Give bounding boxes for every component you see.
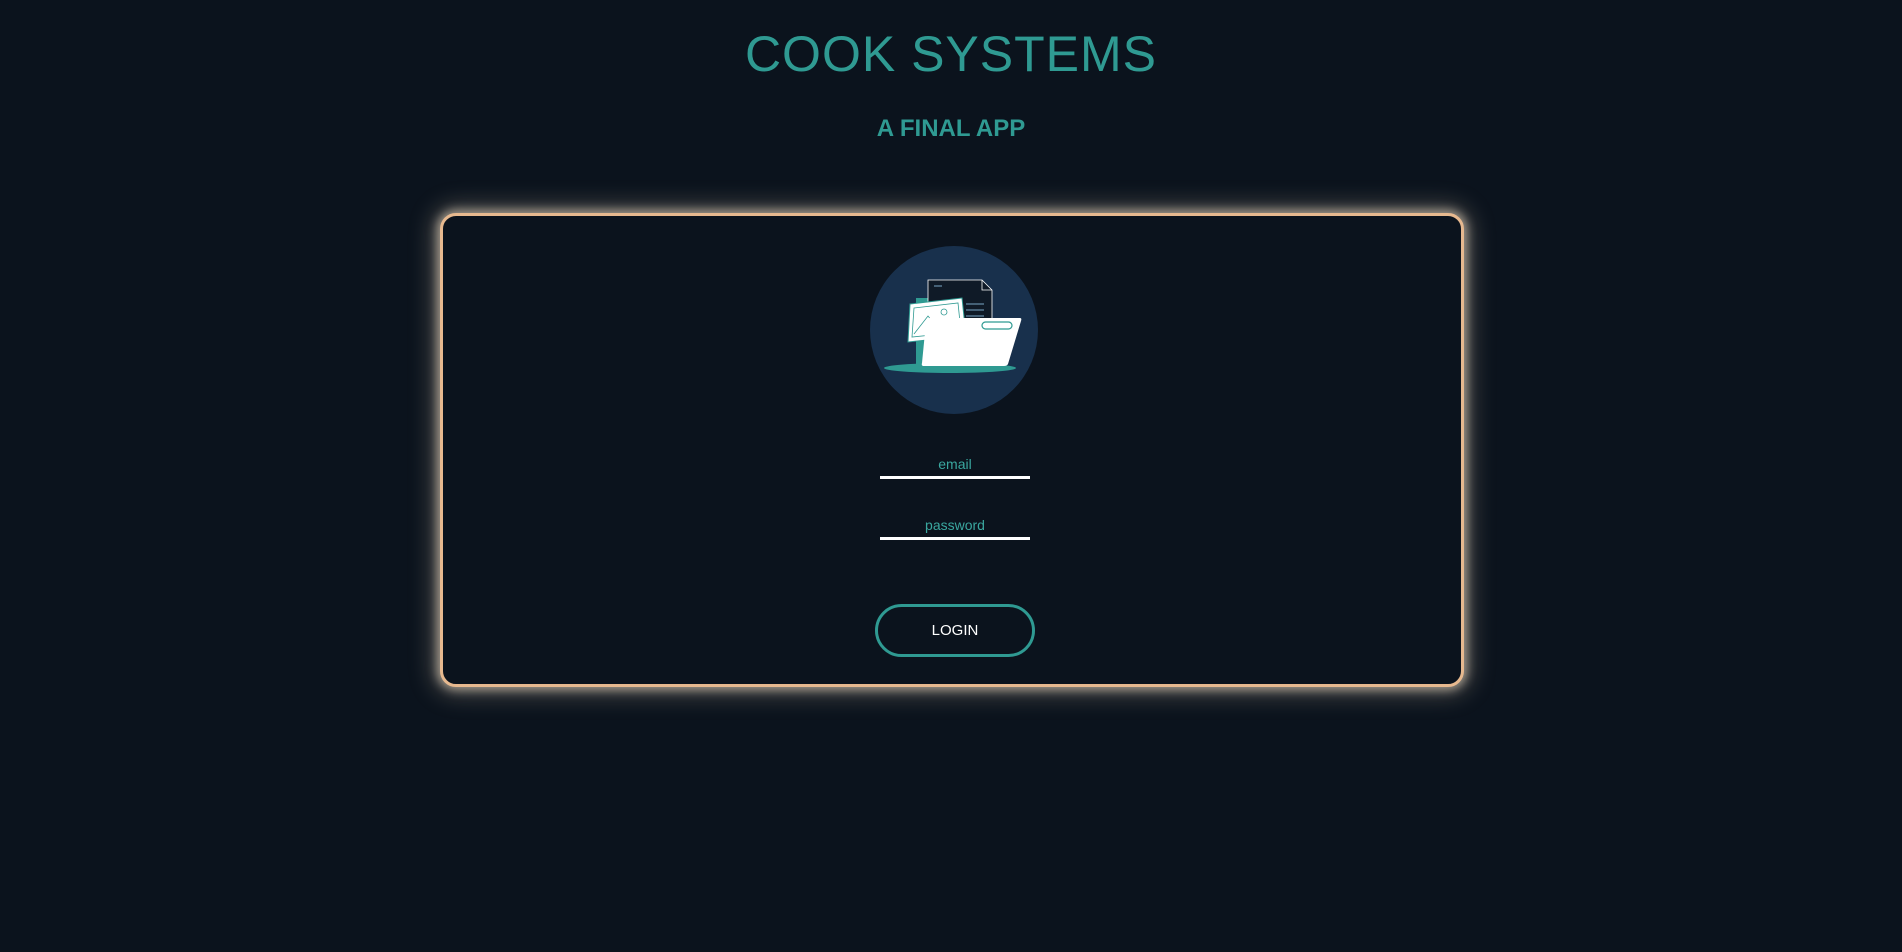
avatar bbox=[870, 246, 1038, 414]
folder-documents-icon bbox=[884, 279, 1022, 373]
login-page: COOK SYSTEMS A FINAL APP email LOGIN bbox=[0, 0, 1902, 952]
app-subtitle: A FINAL APP bbox=[876, 115, 1026, 142]
password-field[interactable] bbox=[880, 512, 1030, 540]
email-input[interactable] bbox=[880, 451, 1030, 476]
login-card: LOGIN bbox=[440, 213, 1464, 687]
login-button[interactable]: LOGIN bbox=[875, 604, 1035, 657]
password-input[interactable] bbox=[880, 512, 1030, 537]
email-field[interactable] bbox=[880, 451, 1030, 479]
app-title: COOK SYSTEMS bbox=[744, 26, 1158, 82]
